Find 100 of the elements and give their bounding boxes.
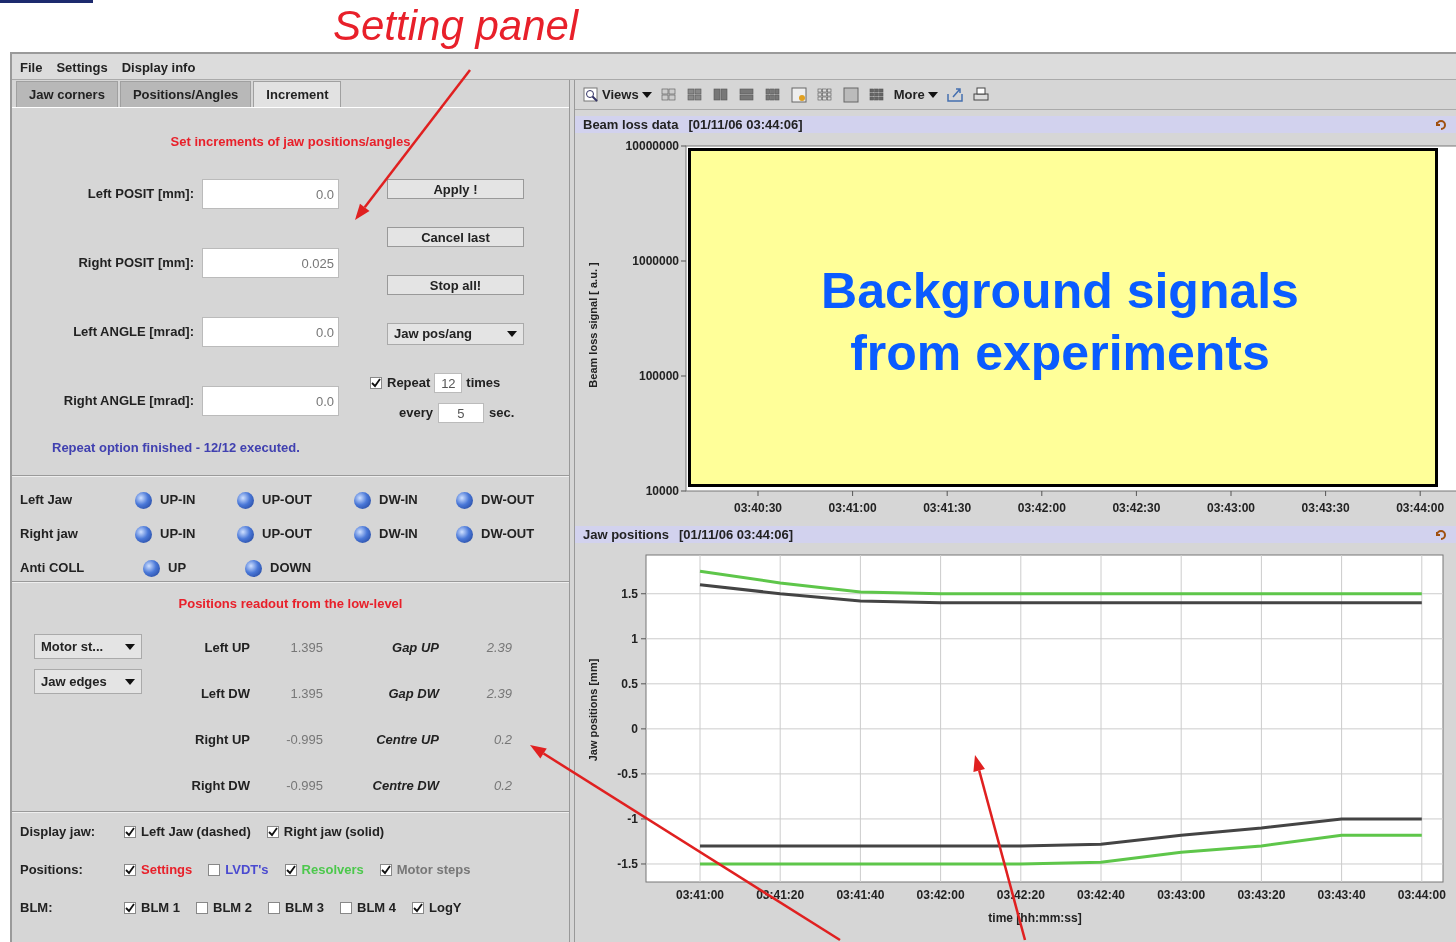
jaw-move-button[interactable]: UP-OUT [237,524,312,544]
panel-title: Beam loss data [583,115,679,134]
jaw-move-button[interactable]: UP [143,558,187,578]
mode-dropdown[interactable]: Jaw pos/ang [387,323,524,345]
readout-value: 2.39 [485,685,512,704]
dropdown[interactable]: Motor st... [34,634,142,659]
menu-item[interactable]: Settings [56,58,108,75]
table-icon[interactable] [815,85,834,104]
check-icon [380,865,391,875]
print-icon[interactable] [971,85,990,104]
tab[interactable]: Positions/Angles [119,80,252,107]
checkbox[interactable]: LogY [412,898,462,918]
field-label: Left POSIT [mm]: [86,185,195,204]
readout-value: 0.2 [492,777,512,796]
checkbox[interactable]: BLM 2 [196,898,252,918]
grid-icon[interactable] [659,85,678,104]
axis-tick-label: 03:43:30 [1301,501,1350,515]
axis-tick-label: 10000 [645,484,679,498]
field-label: every [399,404,433,423]
jaw-move-button[interactable]: UP-IN [135,524,196,544]
jaw-move-button[interactable]: DW-OUT [456,490,535,510]
tiles-icon[interactable] [763,85,782,104]
tab[interactable]: Increment [253,80,342,107]
check-icon [371,378,381,388]
panel-icon[interactable] [841,85,860,104]
checkbox[interactable]: Repeat [370,373,431,393]
refresh-icon[interactable] [1434,117,1448,132]
action-button[interactable]: Stop all! [387,275,524,295]
axis-tick-label: 03:43:40 [1317,888,1366,902]
rows-icon[interactable] [737,85,756,104]
dropdown[interactable]: Jaw edges [34,669,142,694]
jaw-move-button[interactable]: UP-IN [135,490,196,510]
table-icon[interactable] [867,85,886,104]
jaw-move-button[interactable]: DW-IN [354,490,418,510]
check-icon [267,827,278,837]
caret-icon [125,643,135,650]
axis-tick-label: 03:44:00 [1396,501,1445,515]
jaw-move-button[interactable]: DW-OUT [456,524,535,544]
input-field[interactable]: 0.0 [202,386,339,416]
input-field[interactable]: 0.0 [202,179,339,209]
readout-label: Right DW [190,777,250,796]
checkbox[interactable]: LVDT's [208,860,269,880]
checkbox[interactable]: BLM 4 [340,898,396,918]
action-button[interactable]: Apply ! [387,179,524,199]
menu-item[interactable]: Display info [121,58,196,75]
readout-label: Centre DW [371,777,439,796]
axis-tick-label: 03:43:00 [1157,888,1206,902]
unit-label: sec. [489,404,515,423]
jaw-move-button[interactable]: DW-IN [354,524,418,544]
readout-value: 1.395 [289,685,323,704]
views-button[interactable]: Views [583,84,652,105]
menu-item[interactable]: File [20,58,43,75]
callout-text: from experiments [850,325,1270,381]
input-field[interactable]: 5 [438,403,484,423]
checkbox[interactable]: Left Jaw (dashed) [124,822,251,842]
readout-value: -0.995 [285,777,323,796]
axis-tick-label: -1.5 [617,857,638,871]
input-field[interactable]: 0.025 [202,248,339,278]
checkbox[interactable]: BLM 1 [124,898,180,918]
jaw-move-button[interactable]: UP-OUT [237,490,312,510]
axis-tick-label: 1.5 [621,586,638,601]
readout-value: 2.39 [485,639,512,658]
axis-tick-label: 03:42:00 [1017,501,1066,515]
readout-value: 1.395 [289,639,323,658]
timestamp: [01/11/06 03:44:06] [688,115,803,134]
readout-label: Left DW [199,685,250,704]
chart-icon[interactable] [789,85,808,104]
columns-icon[interactable] [711,85,730,104]
export-icon[interactable] [945,85,964,104]
checkbox[interactable]: Right jaw (solid) [266,822,385,842]
jaw-move-button[interactable]: DOWN [245,558,312,578]
field-label: Right ANGLE [mrad]: [62,392,195,411]
axis-label: Jaw positions [mm] [587,658,599,762]
axis-tick-label: 03:41:00 [828,501,877,515]
readout-label: Gap UP [391,639,439,658]
axis-tick-label: 0.5 [621,676,638,691]
axis-tick-label: 03:42:40 [1077,888,1125,902]
tab[interactable]: Jaw corners [16,80,118,107]
row-label: Anti COLL [20,559,86,578]
callout-text: Background signals [821,263,1299,319]
readout-value: 0.2 [492,731,512,750]
axis-tick-label: 0 [631,721,638,736]
axis-tick-label: 03:40:30 [734,501,782,515]
row-label: Right jaw [20,525,79,544]
row-label: Left Jaw [20,491,73,510]
action-button[interactable]: Cancel last [387,227,524,247]
input-field[interactable]: 0.0 [202,317,339,347]
check-icon [413,903,423,913]
axis-tick-label: 10000000 [625,139,679,153]
layout-icon[interactable] [685,85,704,104]
section-title: Set increments of jaw positions/angles [169,133,412,150]
more-button[interactable]: More [893,84,938,105]
input-field[interactable]: 12 [434,373,463,393]
checkbox[interactable]: BLM 3 [268,898,324,918]
axis-tick-label: -0.5 [617,766,638,781]
row-label: BLM: [20,899,54,918]
refresh-icon[interactable] [1434,527,1448,542]
search-icon [583,86,599,103]
readout-label: Gap DW [387,685,439,704]
panel-title: Jaw positions [583,525,669,544]
